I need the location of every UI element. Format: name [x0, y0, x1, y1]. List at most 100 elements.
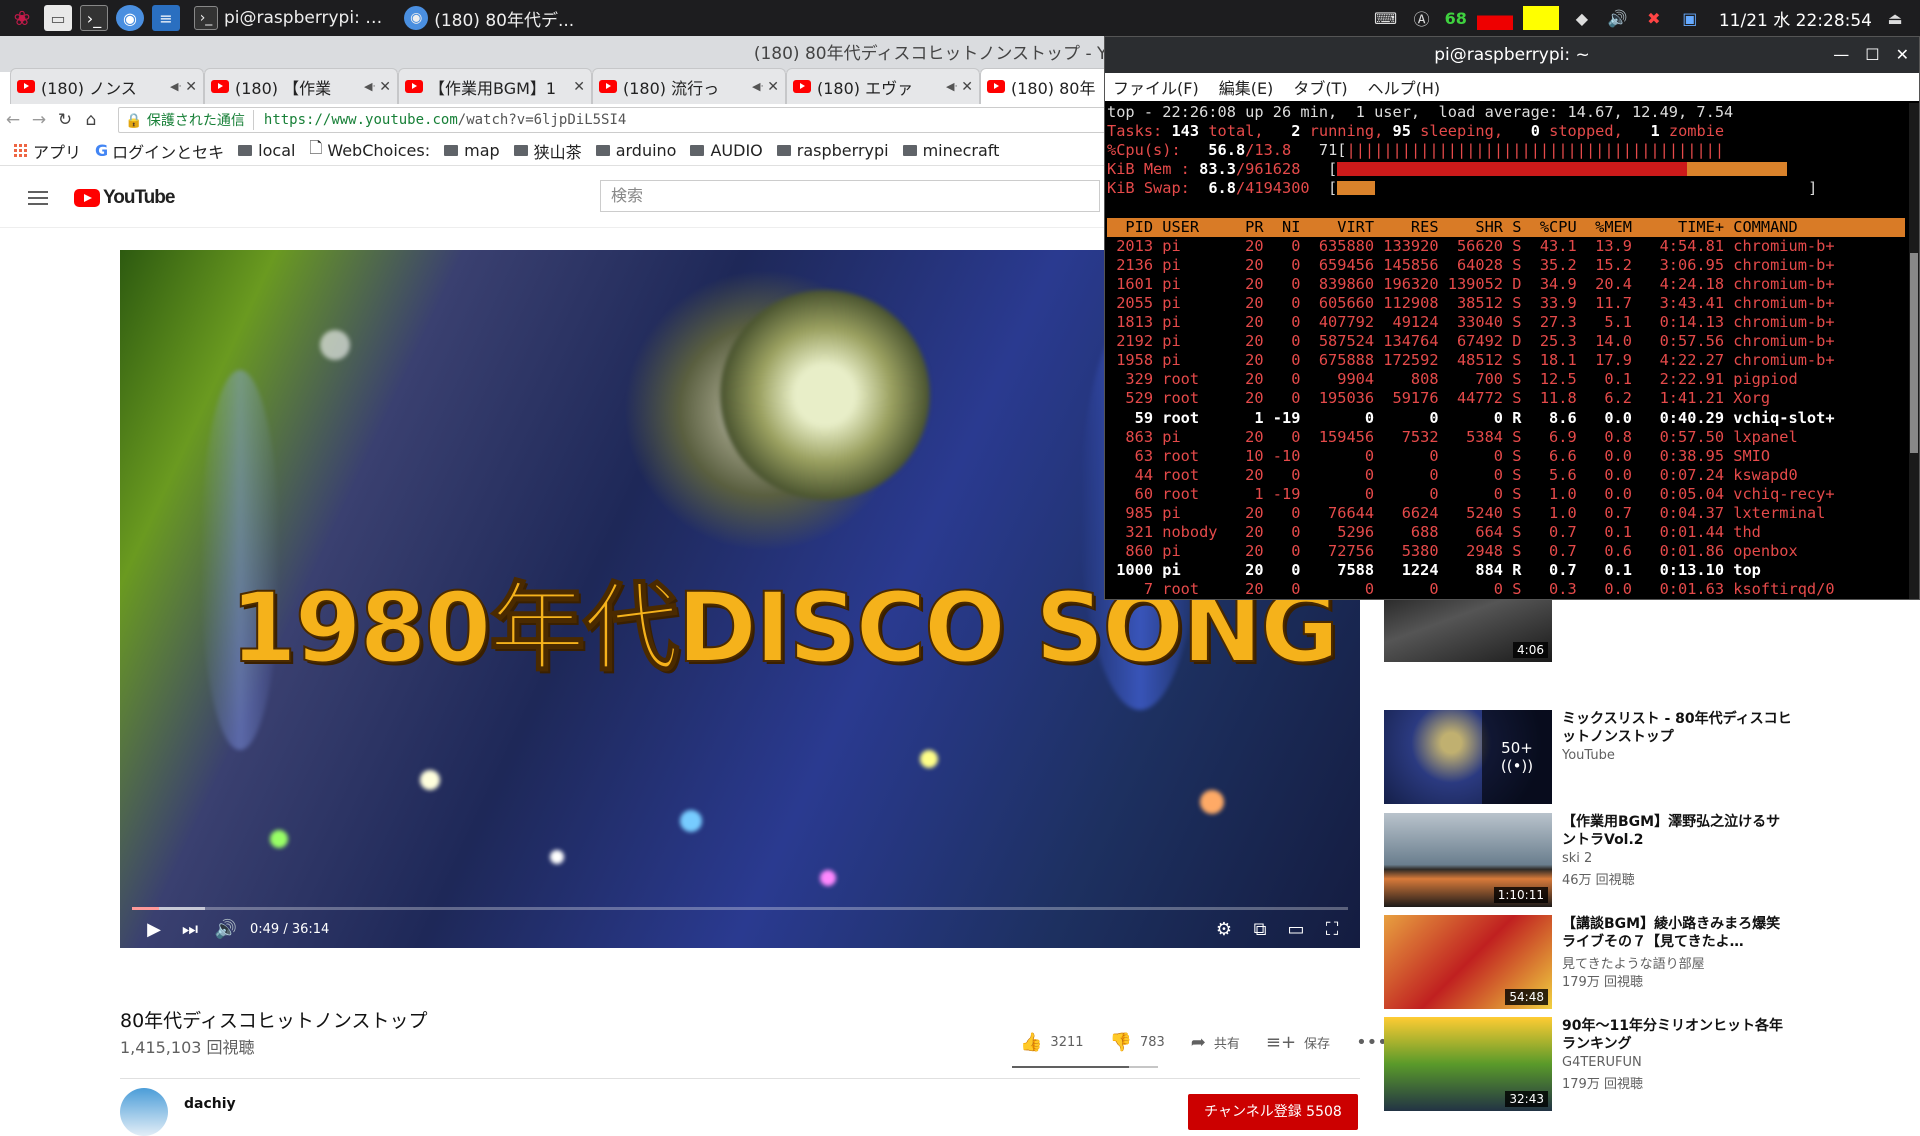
related-views: 179万 回視聴 [1562, 1077, 1643, 1092]
player-controls: ▶ ⏭ 🔊 0:49 / 36:14 ⚙ ⧉ ▭ ⛶ [120, 910, 1360, 948]
network-icon[interactable]: ✖ [1641, 6, 1667, 30]
related-title[interactable]: 90年〜11年分ミリオンヒット各年ランキング [1562, 1017, 1792, 1053]
save-button[interactable]: ≡+ 保存 [1266, 1032, 1330, 1053]
task-chromium[interactable]: ◉ (180) 80年代デ... [396, 3, 582, 33]
lock-icon: 🔒 [125, 113, 143, 129]
bookmark-audio[interactable]: AUDIO [690, 141, 763, 160]
dislike-button[interactable]: 👎 783 [1110, 1032, 1165, 1053]
terminal-window[interactable]: pi@raspberrypi: ~ — ☐ ✕ ファイル(F) 編集(E) タブ(T… [1104, 36, 1920, 600]
channel-avatar[interactable] [120, 1088, 168, 1136]
menu-help[interactable]: ヘルプ(H) [1368, 75, 1441, 99]
fullscreen-icon[interactable]: ⛶ [1314, 919, 1350, 940]
chromium-launcher-icon[interactable]: ◉ [116, 5, 144, 31]
play-icon[interactable]: ▶ [136, 919, 172, 940]
next-icon[interactable]: ⏭ [172, 919, 208, 940]
close-tab-icon[interactable]: ✕ [573, 79, 585, 95]
miniplayer-icon[interactable]: ⧉ [1242, 919, 1278, 940]
share-button[interactable]: ➦ 共有 [1191, 1032, 1240, 1053]
related-title[interactable]: 【講談BGM】綾小路きみまろ爆笑ライブその７【見てきたよ… [1562, 915, 1792, 951]
terminal-titlebar[interactable]: pi@raspberrypi: ~ — ☐ ✕ [1105, 37, 1919, 73]
video-thumbnail[interactable]: 1:10:11 [1384, 813, 1552, 907]
menu-edit[interactable]: 編集(E) [1219, 75, 1274, 99]
related-title[interactable]: ミックスリスト - 80年代ディスコヒットノンストップ [1562, 710, 1792, 746]
terminal-scrollbar[interactable] [1909, 103, 1919, 599]
bookmark-raspberrypi[interactable]: raspberrypi [776, 141, 889, 160]
process-table-header: PID USER PR NI VIRT RES SHR S %CPU %MEM … [1107, 217, 1905, 237]
like-button[interactable]: 👍 3211 [1020, 1032, 1084, 1053]
maximize-icon[interactable]: ☐ [1865, 37, 1879, 73]
related-views: 46万 回視聴 [1562, 873, 1635, 888]
bookmark-map[interactable]: map [444, 141, 500, 160]
tab-5[interactable]: (180) エヴァ ◀ᐧ ✕ [786, 68, 980, 104]
tab-1[interactable]: (180) ノンス ◀ᐧ ✕ [10, 68, 204, 104]
bluetooth-icon[interactable]: ◆ [1569, 6, 1595, 30]
task-terminal[interactable]: ›_ pi@raspberrypi: … [186, 3, 390, 33]
search-input[interactable]: 検索 [600, 180, 1100, 212]
keyboard-icon[interactable]: ⌨ [1373, 6, 1399, 30]
tab-4[interactable]: (180) 流行っ ◀ᐧ ✕ [592, 68, 786, 104]
close-tab-icon[interactable]: ✕ [185, 79, 197, 95]
theater-mode-icon[interactable]: ▭ [1278, 919, 1314, 940]
terminal-launcher-icon[interactable]: ›_ [80, 5, 108, 31]
related-video[interactable]: 32:43 90年〜11年分ミリオンヒット各年ランキング G4TERUFUN 1… [1384, 1017, 1804, 1111]
channel-name[interactable]: dachiy [184, 1096, 236, 1112]
process-row: 60 root 1 -19 0 0 0 S 1.0 0.0 0:05.04 vc… [1107, 484, 1835, 503]
bookmark-local[interactable]: local [238, 141, 295, 160]
bookmark-label: map [464, 141, 500, 160]
bookmark-google-login[interactable]: G ログインとセキ [95, 139, 224, 163]
video-thumbnail[interactable]: 4:06 [1384, 590, 1552, 662]
close-tab-icon[interactable]: ✕ [767, 79, 779, 95]
thumbs-down-icon: 👎 [1109, 1032, 1132, 1053]
text-editor-icon[interactable]: ≡ [152, 5, 180, 31]
youtube-logo[interactable]: YouTube [74, 187, 175, 209]
bookmark-sayama[interactable]: 狭山茶 [513, 139, 582, 163]
bookmark-arduino[interactable]: arduino [595, 141, 676, 160]
tab-2[interactable]: (180) 【作業 ◀ᐧ ✕ [204, 68, 398, 104]
home-icon[interactable]: ⌂ [78, 110, 104, 130]
process-row: 59 root 1 -19 0 0 0 R 8.6 0.0 0:40.29 vc… [1107, 408, 1835, 427]
terminal-output[interactable]: top - 22:26:08 up 26 min, 1 user, load a… [1105, 103, 1911, 599]
volume-icon[interactable]: 🔊 [208, 919, 244, 940]
close-tab-icon[interactable]: ✕ [961, 79, 973, 95]
menu-icon[interactable] [28, 190, 48, 205]
close-icon[interactable]: ✕ [1896, 37, 1909, 73]
audio-icon[interactable]: ◀ᐧ [364, 80, 375, 93]
raspberry-menu-icon[interactable]: ❀ [8, 5, 36, 31]
related-video[interactable]: 54:48 【講談BGM】綾小路きみまろ爆笑ライブその７【見てきたよ… 見てきた… [1384, 915, 1804, 1009]
close-tab-icon[interactable]: ✕ [379, 79, 391, 95]
process-row: 2013 pi 20 0 635880 133920 56620 S 43.1 … [1107, 236, 1835, 255]
thumbs-up-icon: 👍 [1020, 1032, 1043, 1053]
eject-icon[interactable]: ⏏ [1882, 6, 1908, 30]
audio-icon[interactable]: ◀ᐧ [946, 80, 957, 93]
process-row: 2192 pi 20 0 587524 134764 67492 D 25.3 … [1107, 332, 1835, 351]
related-title[interactable]: 【作業用BGM】澤野弘之泣けるサントラVol.2 [1562, 813, 1792, 849]
related-video[interactable]: 1:10:11 【作業用BGM】澤野弘之泣けるサントラVol.2 ski 2 4… [1384, 813, 1804, 907]
secure-connection-label[interactable]: 🔒 保護された通信 [125, 110, 254, 130]
reload-icon[interactable]: ↻ [52, 110, 78, 130]
video-thumbnail[interactable]: 54:48 [1384, 915, 1552, 1009]
clock[interactable]: 11/21 水 22:28:54 [1719, 6, 1872, 31]
volume-icon[interactable]: 🔊 [1605, 6, 1631, 30]
bookmark-webchoices[interactable]: 🗋 WebChoices: [309, 137, 430, 164]
process-row: 1601 pi 20 0 839860 196320 139052 D 34.9… [1107, 274, 1835, 293]
related-mix[interactable]: 50+ ((•)) ミックスリスト - 80年代ディスコヒットノンストップ You… [1384, 710, 1804, 804]
menu-file[interactable]: ファイル(F) [1113, 75, 1199, 99]
audio-icon[interactable]: ◀ᐧ [752, 80, 763, 93]
menu-tabs[interactable]: タブ(T) [1293, 75, 1347, 99]
channel-owner[interactable]: dachiy [120, 1088, 236, 1136]
subscribe-button[interactable]: チャンネル登録 5508 [1188, 1094, 1358, 1130]
display-icon[interactable]: ▣ [1677, 6, 1703, 30]
bookmark-apps[interactable]: アプリ [14, 139, 81, 163]
audio-icon[interactable]: ◀ᐧ [170, 80, 181, 93]
video-thumbnail[interactable]: 32:43 [1384, 1017, 1552, 1111]
bookmark-minecraft[interactable]: minecraft [902, 141, 1000, 160]
settings-icon[interactable]: ⚙ [1206, 919, 1242, 940]
minimize-icon[interactable]: — [1833, 37, 1849, 73]
forward-icon[interactable]: → [26, 110, 52, 130]
video-thumbnail[interactable]: 50+ ((•)) [1384, 710, 1552, 804]
input-method-icon[interactable]: Ⓐ [1409, 6, 1435, 30]
bookmark-label: minecraft [922, 141, 1000, 160]
tab-3[interactable]: 【作業用BGM】1 ✕ [398, 68, 592, 104]
back-icon[interactable]: ← [0, 110, 26, 130]
file-manager-icon[interactable]: ▭ [44, 5, 72, 31]
